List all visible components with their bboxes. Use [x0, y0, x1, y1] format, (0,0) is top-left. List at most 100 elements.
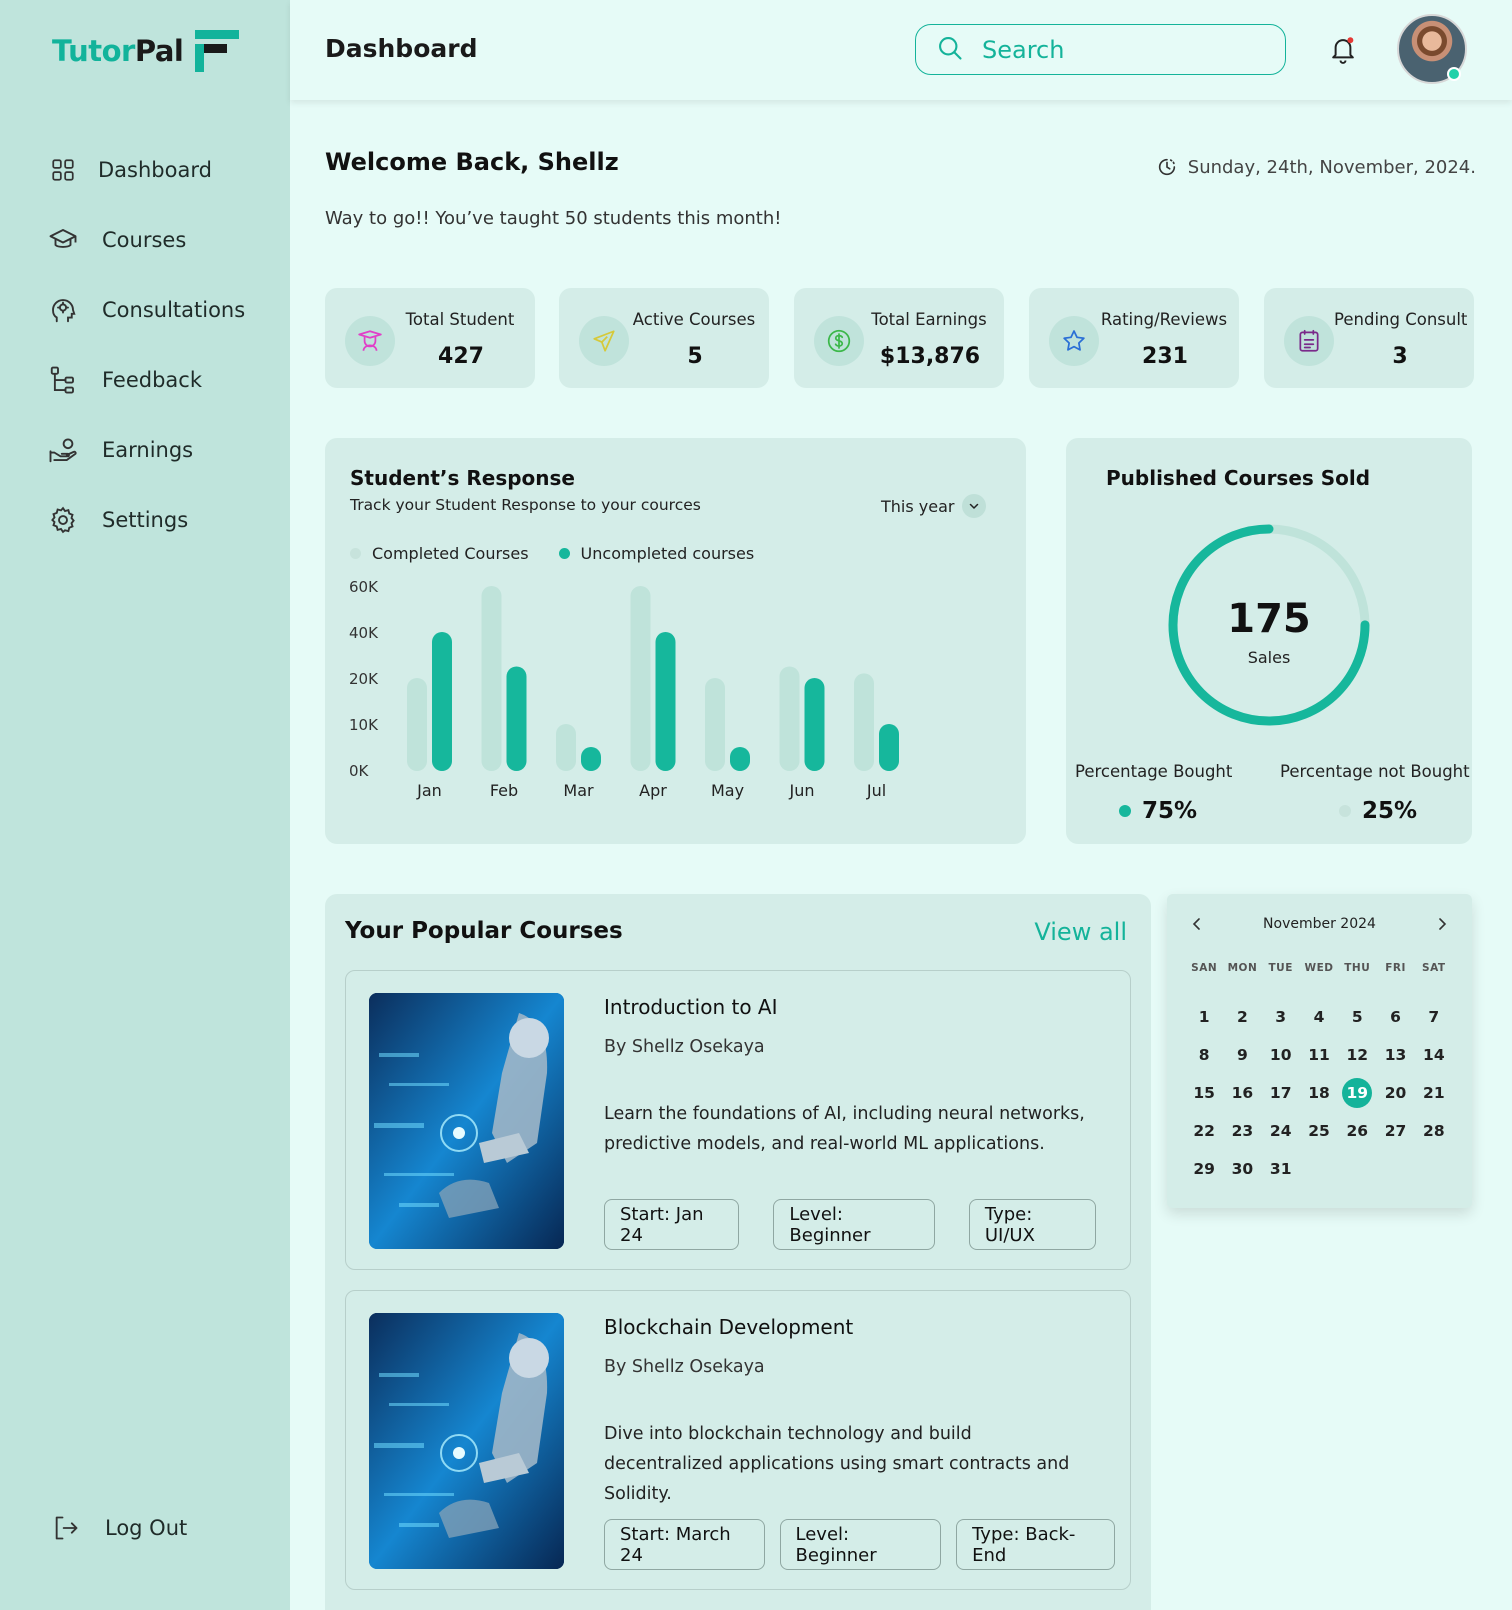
calendar-day[interactable]: 21 — [1415, 1078, 1453, 1108]
sidebar-item-earnings[interactable]: Earnings — [48, 415, 245, 485]
calendar-day[interactable]: 8 — [1185, 1040, 1223, 1070]
star-icon — [1049, 316, 1099, 366]
bar-uncompleted-apr[interactable] — [655, 632, 676, 771]
calendar-day[interactable]: 22 — [1185, 1116, 1223, 1146]
calendar-day[interactable]: 27 — [1376, 1116, 1414, 1146]
calendar-day[interactable]: 16 — [1223, 1078, 1261, 1108]
sidebar-item-courses[interactable]: Courses — [48, 205, 245, 275]
chart-title: Student’s Response — [350, 466, 575, 490]
course-tags: Start: Jan 24 Level: Beginner Type: UI/U… — [604, 1199, 1130, 1250]
course-start-tag[interactable]: Start: Jan 24 — [604, 1199, 740, 1250]
calendar-day[interactable]: 25 — [1300, 1116, 1338, 1146]
calendar-day[interactable]: 28 — [1415, 1116, 1453, 1146]
calendar-day[interactable]: 29 — [1185, 1154, 1223, 1184]
sales-value: 175 — [1227, 596, 1311, 642]
stat-value: 5 — [687, 344, 703, 369]
calendar-day[interactable]: 31 — [1262, 1154, 1300, 1184]
legend-item-uncompleted: Uncompleted courses — [558, 544, 754, 563]
welcome-heading: Welcome Back, Shellz — [325, 148, 619, 176]
calendar-next-button[interactable] — [1432, 914, 1452, 934]
brand-logo[interactable]: TutorPal — [52, 30, 240, 72]
welcome-subtitle: Way to go!! You’ve taught 50 students th… — [325, 208, 782, 229]
chevron-right-icon — [1439, 918, 1447, 930]
course-start-tag[interactable]: Start: March 24 — [604, 1519, 765, 1570]
sidebar-item-settings[interactable]: Settings — [48, 485, 245, 555]
gear-icon — [48, 505, 78, 535]
search-box[interactable] — [915, 24, 1286, 75]
notification-bell-icon[interactable] — [1328, 34, 1358, 66]
course-card[interactable]: Blockchain Development By Shellz Osekaya… — [345, 1290, 1131, 1590]
calendar-day[interactable]: 6 — [1376, 1002, 1414, 1032]
course-type-tag[interactable]: Type: Back-End — [956, 1519, 1115, 1570]
bar-uncompleted-jul[interactable] — [879, 724, 899, 771]
calendar-day[interactable]: 20 — [1376, 1078, 1414, 1108]
sidebar-item-label: Courses — [102, 228, 187, 252]
sidebar-item-consultations[interactable]: Consultations — [48, 275, 245, 345]
y-tick-label: 40K — [349, 624, 379, 642]
calendar-day[interactable]: 9 — [1223, 1040, 1261, 1070]
calendar-day[interactable]: 3 — [1262, 1002, 1300, 1032]
top-bar: Dashboard — [290, 0, 1512, 100]
calendar-day[interactable]: 12 — [1338, 1040, 1376, 1070]
view-all-link[interactable]: View all — [1034, 918, 1127, 946]
calendar-day[interactable]: 23 — [1223, 1116, 1261, 1146]
calendar-day[interactable]: 1 — [1185, 1002, 1223, 1032]
chart-subtitle: Track your Student Response to your cour… — [350, 496, 701, 514]
period-dropdown[interactable]: This year — [881, 494, 987, 518]
calendar-day[interactable]: 2 — [1223, 1002, 1261, 1032]
stat-card-total-earnings[interactable]: Total Earnings $13,876 — [794, 288, 1004, 388]
calendar-day[interactable]: 26 — [1338, 1116, 1376, 1146]
popular-courses-title: Your Popular Courses — [345, 918, 623, 944]
bar-completed-apr[interactable] — [630, 586, 651, 771]
calendar-day[interactable]: 5 — [1338, 1002, 1376, 1032]
stat-card-total-student[interactable]: Total Student 427 — [325, 288, 535, 388]
bar-uncompleted-jan[interactable] — [432, 632, 452, 771]
course-level-tag[interactable]: Level: Beginner — [779, 1519, 942, 1570]
calendar-day[interactable]: 7 — [1415, 1002, 1453, 1032]
logout-label: Log Out — [105, 1516, 188, 1540]
course-level-tag[interactable]: Level: Beginner — [773, 1199, 935, 1250]
sidebar-nav: Dashboard Courses Consultations Feedback… — [48, 135, 245, 555]
not-bought-swatch — [1339, 805, 1351, 817]
calendar-day[interactable]: 11 — [1300, 1040, 1338, 1070]
course-author: By Shellz Osekaya — [604, 1037, 765, 1057]
stat-label: Total Student — [405, 310, 515, 329]
x-tick-label: Apr — [639, 781, 667, 800]
calendar-day-selected[interactable]: 19 — [1338, 1078, 1376, 1108]
bar-uncompleted-feb[interactable] — [506, 666, 527, 772]
course-type-tag[interactable]: Type: UI/UX — [968, 1199, 1096, 1250]
calendar-day[interactable]: 10 — [1262, 1040, 1300, 1070]
popular-courses-card: Your Popular Courses View all Introducti… — [325, 894, 1151, 1610]
bar-completed-jan[interactable] — [407, 678, 427, 771]
x-tick-label: Jan — [416, 781, 442, 800]
stat-card-rating-reviews[interactable]: Rating/Reviews 231 — [1029, 288, 1239, 388]
x-tick-label: Jul — [866, 781, 886, 800]
calendar-day[interactable]: 14 — [1415, 1040, 1453, 1070]
bar-completed-feb[interactable] — [481, 586, 502, 771]
calendar: November 2024 SAN MON TUE WED THU FRI SAT 1 2 3 4 5… — [1167, 894, 1472, 1208]
bar-completed-jul[interactable] — [854, 673, 874, 771]
bar-uncompleted-jun[interactable] — [804, 678, 825, 771]
grid-icon — [48, 155, 78, 185]
sidebar-item-dashboard[interactable]: Dashboard — [48, 135, 245, 205]
calendar-day[interactable]: 13 — [1376, 1040, 1414, 1070]
bar-completed-may[interactable] — [705, 678, 725, 771]
calendar-day[interactable]: 4 — [1300, 1002, 1338, 1032]
bar-completed-mar[interactable] — [556, 724, 576, 771]
bar-uncompleted-mar[interactable] — [581, 747, 601, 771]
calendar-day[interactable]: 15 — [1185, 1078, 1223, 1108]
calendar-day[interactable]: 30 — [1223, 1154, 1261, 1184]
calendar-day[interactable]: 24 — [1262, 1116, 1300, 1146]
search-input[interactable] — [982, 35, 1262, 64]
search-icon — [936, 34, 964, 66]
bar-completed-jun[interactable] — [779, 666, 800, 772]
calendar-month: November 2024 — [1263, 916, 1376, 932]
bar-uncompleted-may[interactable] — [730, 747, 750, 771]
calendar-day[interactable]: 17 — [1262, 1078, 1300, 1108]
stat-card-pending-consult[interactable]: Pending Consult 3 — [1264, 288, 1474, 388]
course-card[interactable]: Introduction to AI By Shellz Osekaya Lea… — [345, 970, 1131, 1270]
stat-card-active-courses[interactable]: Active Courses 5 — [559, 288, 769, 388]
calendar-day[interactable]: 18 — [1300, 1078, 1338, 1108]
logout-button[interactable]: Log Out — [52, 1514, 187, 1542]
sidebar-item-feedback[interactable]: Feedback — [48, 345, 245, 415]
